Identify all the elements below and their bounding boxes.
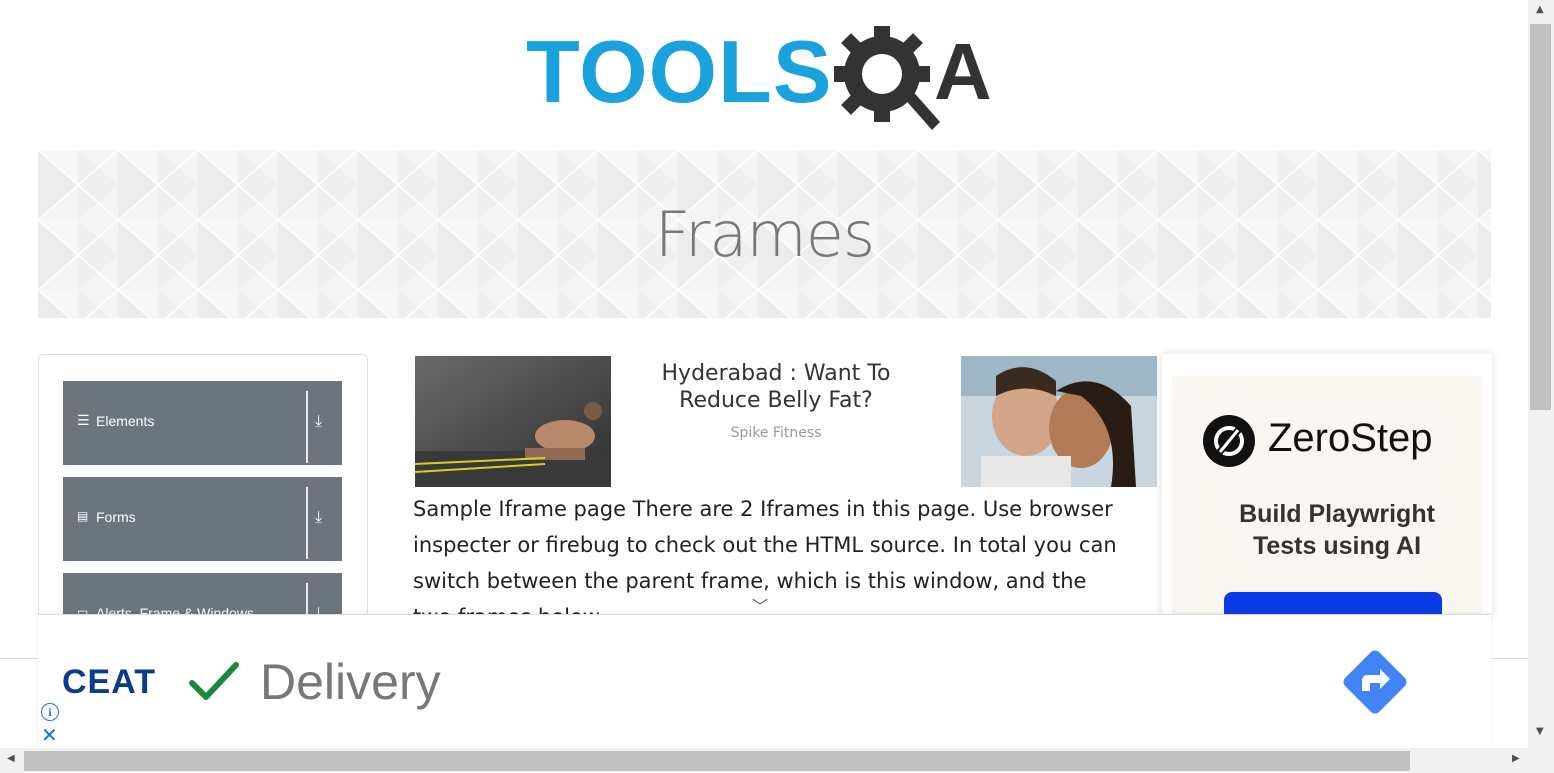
download-arrow-icon: ⤓	[315, 507, 323, 526]
ad-image-couple[interactable]	[961, 356, 1157, 487]
ad-source: Spike Fitness	[730, 425, 822, 441]
bottom-sticky-ad[interactable]: CEAT Delivery i ✕	[38, 614, 1491, 748]
vertical-scroll-thumb[interactable]	[1530, 24, 1551, 410]
ad-delivery-text: Delivery	[260, 654, 441, 710]
page-banner: Frames	[38, 150, 1491, 318]
ad-info-icon[interactable]: i	[41, 703, 59, 721]
sidebar-group-elements[interactable]: ☰ Elements ⤓	[63, 381, 342, 465]
zerostep-card: ZeroStep Build Playwright Tests using AI	[1172, 376, 1482, 616]
group-separator	[306, 391, 308, 463]
vertical-scrollbar[interactable]: ▲ ▼	[1528, 0, 1554, 773]
tagline-line1: Build Playwright	[1239, 500, 1435, 528]
tagline-line2: Tests using AI	[1252, 532, 1422, 560]
logo-a-text: A	[934, 27, 992, 116]
document-icon: ▤	[77, 509, 89, 523]
zerostep-brand: ZeroStep	[1268, 416, 1433, 460]
ad-headline[interactable]: Hyderabad : Want To Reduce Belly Fat?	[641, 360, 911, 414]
checkmark-icon	[189, 662, 239, 700]
directions-arrow-icon[interactable]	[1338, 645, 1412, 719]
native-ad-row[interactable]: Hyderabad : Want To Reduce Belly Fat? Sp…	[413, 356, 1158, 488]
zerostep-logo-icon	[1203, 415, 1255, 467]
scroll-left-arrow-icon[interactable]: ◀	[7, 753, 15, 764]
toolsqa-logo[interactable]: TOOLS A	[520, 22, 1020, 137]
right-ad-zerostep[interactable]: ZeroStep Build Playwright Tests using AI	[1162, 354, 1492, 616]
sidebar-group-label: Forms	[96, 509, 136, 525]
horizontal-scrollbar[interactable]: ◀ ▶	[0, 748, 1528, 773]
couple-photo	[961, 356, 1157, 487]
hamburger-icon: ☰	[77, 413, 90, 429]
download-arrow-icon: ⤓	[315, 411, 323, 430]
group-separator	[306, 487, 308, 559]
scroll-down-arrow-icon[interactable]: ▼	[1536, 726, 1544, 737]
ad-image-fitness[interactable]	[415, 356, 611, 487]
sidebar-group-forms[interactable]: ▤ Forms ⤓	[63, 477, 342, 561]
horizontal-scroll-thumb[interactable]	[24, 751, 1410, 771]
scroll-up-arrow-icon[interactable]: ▲	[1536, 4, 1544, 15]
left-sidebar: ☰ Elements ⤓ ▤ Forms ⤓ ▭ Alerts, Frame &…	[38, 354, 368, 656]
ad-close-icon[interactable]: ✕	[41, 725, 58, 745]
ceat-logo: CEAT	[62, 663, 157, 701]
gear-q-icon	[834, 26, 940, 130]
sidebar-group-label: Elements	[96, 413, 155, 429]
zerostep-tagline: Build Playwright Tests using AI	[1192, 498, 1482, 562]
scroll-right-arrow-icon[interactable]: ▶	[1512, 753, 1520, 764]
logo-tools-text: TOOLS	[526, 22, 833, 121]
page-title: Frames	[654, 198, 875, 271]
fitness-photo	[415, 356, 611, 487]
zerostep-cta-button[interactable]	[1224, 592, 1442, 616]
